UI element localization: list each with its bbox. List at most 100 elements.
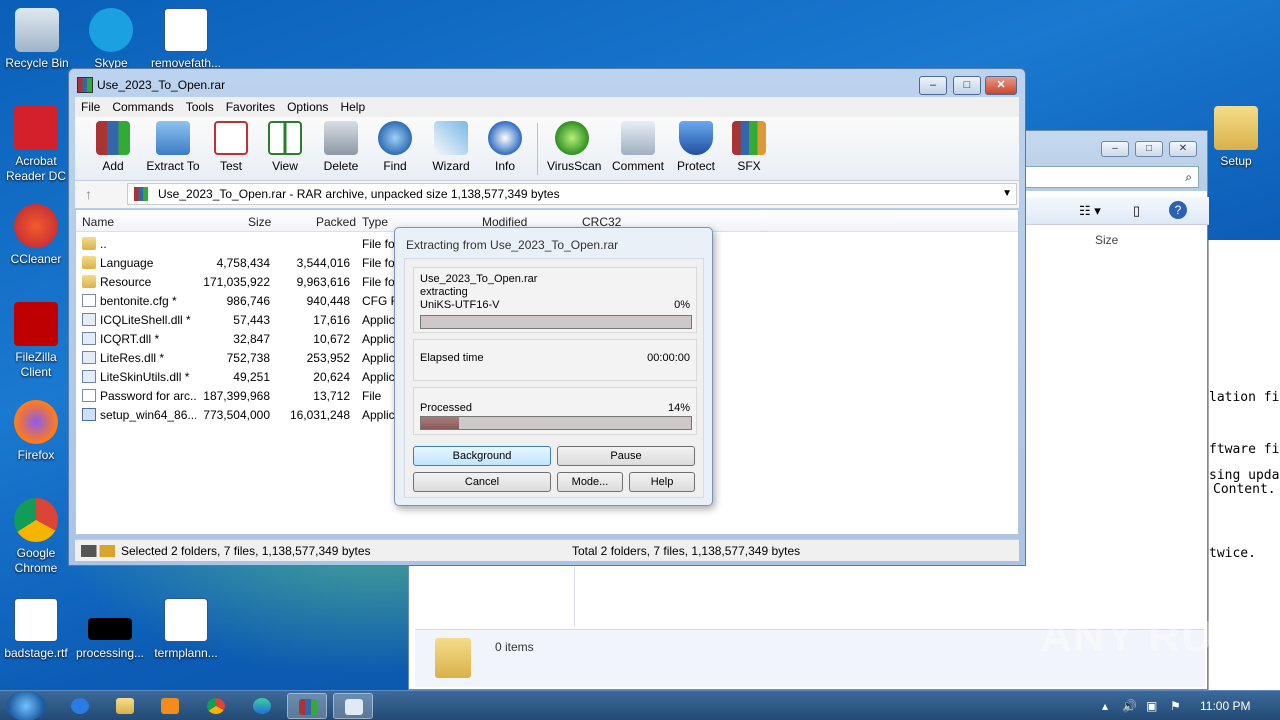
desktop-icon-removefath[interactable]: removefath...	[150, 8, 222, 68]
button-label: Add	[102, 159, 124, 173]
recycle-bin-icon	[15, 8, 59, 52]
column-type[interactable]: Type	[362, 215, 388, 229]
extract-to-button[interactable]: Extract To	[145, 121, 201, 173]
column-header-size[interactable]: Size	[1095, 233, 1118, 247]
background-button[interactable]: Background	[413, 446, 551, 466]
taskbar-chrome[interactable]	[196, 693, 236, 719]
preview-pane-icon[interactable]: ▯	[1133, 203, 1140, 219]
volume-icon[interactable]: 🔊	[1122, 699, 1137, 713]
taskbar-edge[interactable]	[242, 693, 282, 719]
desktop-icon-recycle-bin[interactable]: Recycle Bin	[1, 8, 73, 71]
menu-commands[interactable]: Commands	[106, 97, 179, 114]
network-icon[interactable]: ▣	[1146, 699, 1157, 713]
clock[interactable]: 11:00 PM	[1200, 699, 1250, 713]
menu-favorites[interactable]: Favorites	[220, 97, 281, 114]
taskbar-winrar[interactable]	[287, 693, 327, 719]
comment-button[interactable]: Comment	[611, 121, 665, 173]
view-button[interactable]: View	[265, 121, 305, 173]
exe-icon	[82, 408, 96, 421]
elapsed-label: Elapsed time	[420, 352, 484, 364]
help-button[interactable]: Help	[629, 472, 695, 492]
media-player-icon	[161, 698, 179, 714]
minimize-button[interactable]: –	[1101, 141, 1129, 157]
menu-tools[interactable]: Tools	[180, 97, 220, 114]
column-packed[interactable]: Packed	[316, 215, 356, 229]
virusscan-button[interactable]: VirusScan	[547, 121, 601, 173]
cell-size: 773,504,000	[203, 408, 270, 422]
mode-button[interactable]: Mode...	[557, 472, 623, 492]
cell-type: Applic	[362, 370, 395, 384]
view-options-icon[interactable]: ☷ ▾	[1079, 203, 1101, 219]
button-label: VirusScan	[547, 159, 602, 173]
desktop-icon-setup[interactable]: Setup	[1200, 106, 1272, 169]
desktop-icon-label: Acrobat Reader DC	[5, 154, 67, 183]
desktop-icon-label: termplann...	[154, 646, 218, 660]
cell-size: 986,746	[226, 294, 270, 308]
desktop-icon-badstage[interactable]: badstage.rtf	[0, 598, 72, 661]
virus-icon	[555, 121, 589, 155]
column-size[interactable]: Size	[248, 215, 271, 229]
sfx-button[interactable]: SFX	[731, 121, 767, 173]
cell-type: File fo	[362, 237, 395, 251]
help-icon[interactable]: ?	[1169, 201, 1187, 219]
menu-options[interactable]: Options	[281, 97, 334, 114]
toolbar-separator	[537, 123, 538, 175]
taskbar-notepad[interactable]	[333, 693, 373, 719]
path-field[interactable]: Use_2023_To_Open.rar - RAR archive, unpa…	[127, 183, 1017, 205]
action-text: extracting	[420, 286, 468, 298]
cell-size: 171,035,922	[203, 275, 270, 289]
desktop-icon-skype[interactable]: Skype	[75, 8, 147, 68]
find-button[interactable]: Find	[377, 121, 413, 173]
maximize-button[interactable]: □	[953, 76, 981, 95]
notepad-icon	[345, 699, 363, 715]
word-doc-icon	[164, 598, 208, 642]
search-input[interactable]: ⌕	[1009, 166, 1199, 188]
minimize-button[interactable]: –	[919, 76, 947, 95]
action-center-flag-icon[interactable]: ⚑	[1170, 699, 1181, 713]
desktop-icon-termplann[interactable]: termplann...	[150, 598, 222, 661]
pause-button[interactable]: Pause	[557, 446, 695, 466]
key-drive-icon	[81, 545, 115, 557]
desktop-icon-acrobat[interactable]: Acrobat Reader DC	[0, 106, 72, 184]
desktop-icon-ccleaner[interactable]: CCleaner	[0, 204, 72, 267]
path-bar: ↑ Use_2023_To_Open.rar - RAR archive, un…	[75, 181, 1019, 208]
status-total: Total 2 folders, 7 files, 1,138,577,349 …	[572, 544, 801, 558]
folder-icon	[82, 275, 96, 288]
start-button[interactable]	[6, 691, 46, 720]
column-name[interactable]: Name	[82, 215, 114, 229]
elapsed-time: 00:00:00	[647, 352, 690, 364]
text-line: ftware fi	[1209, 442, 1280, 457]
cell-name: LiteRes.dll *	[100, 351, 165, 365]
dll-icon	[82, 332, 96, 345]
menu-file[interactable]: File	[75, 97, 106, 114]
delete-button[interactable]: Delete	[321, 121, 361, 173]
cell-type: File	[362, 389, 382, 403]
up-arrow-icon[interactable]: ↑	[85, 186, 92, 202]
desktop-icon-filezilla[interactable]: FileZilla Client	[0, 302, 72, 380]
chevron-down-icon[interactable]: ▼	[1002, 184, 1012, 204]
file-icon	[82, 389, 96, 402]
file-progress-group: Use_2023_To_Open.rar extracting UniKS-UT…	[413, 267, 697, 333]
protect-button[interactable]: Protect	[675, 121, 717, 173]
desktop-icon-label: Google Chrome	[14, 546, 58, 575]
maximize-button[interactable]: □	[1135, 141, 1163, 157]
desktop-icon-firefox[interactable]: Firefox	[0, 400, 72, 463]
show-hidden-icons-icon[interactable]: ▴	[1102, 699, 1108, 713]
toolbar: Add Extract To Test View Delete Find Wiz…	[75, 117, 1019, 181]
extract-progress-dialog[interactable]: Extracting from Use_2023_To_Open.rar Use…	[394, 227, 713, 506]
cell-packed: 940,448	[306, 294, 350, 308]
close-button[interactable]: ✕	[1169, 141, 1197, 157]
progress-fill	[421, 417, 459, 429]
close-button[interactable]: ✕	[985, 76, 1017, 95]
taskbar-ie[interactable]	[60, 693, 100, 719]
add-button[interactable]: Add	[95, 121, 131, 173]
test-button[interactable]: Test	[213, 121, 249, 173]
desktop-icon-chrome[interactable]: Google Chrome	[0, 498, 72, 576]
info-button[interactable]: Info	[487, 121, 523, 173]
taskbar-media-player[interactable]	[150, 693, 190, 719]
desktop-icon-processing[interactable]: processing...	[74, 598, 146, 661]
menu-help[interactable]: Help	[334, 97, 371, 114]
taskbar-explorer[interactable]	[105, 693, 145, 719]
wizard-button[interactable]: Wizard	[429, 121, 473, 173]
cancel-button[interactable]: Cancel	[413, 472, 551, 492]
